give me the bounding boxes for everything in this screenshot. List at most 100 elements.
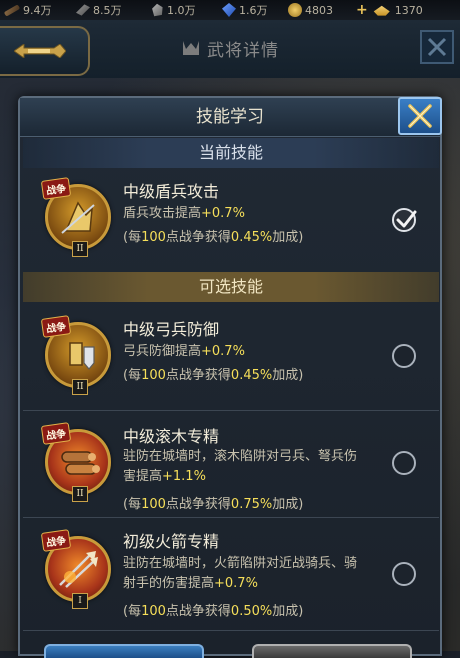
current-skill-row: 战争 II 中级盾兵攻击 盾兵攻击提高+0.7% (每100点战争获得0.45%… <box>23 170 439 270</box>
skill-select-radio[interactable] <box>392 562 416 586</box>
shield-soldier-icon <box>61 201 95 234</box>
skill-description-line1: 驻防在城墙时，滚木陷阱对弓兵、弩兵伤 <box>123 449 358 464</box>
back-arrow-icon <box>14 44 66 58</box>
stone-icon <box>152 3 163 17</box>
note-suffix: 加成) <box>272 368 304 383</box>
wood-amount: 9.4万 <box>23 4 52 17</box>
dialog-title: 技能学习 <box>196 107 264 127</box>
skill-bonus-note: (每100点战争获得0.50%加成) <box>123 600 303 619</box>
skill-bonus-note: (每100点战争获得0.75%加成) <box>123 493 303 512</box>
skill-description-text: 射手的伤害提高 <box>123 576 215 591</box>
resource-wood[interactable]: 9.4万 <box>0 0 72 20</box>
skill-bonus: +1.1% <box>162 469 206 484</box>
skill-option-row[interactable]: 战争 I 初级火箭专精 驻防在城墙时，火箭陷阱对近战骑兵、骑 射手的伤害提高+0… <box>23 518 439 631</box>
skill-level-badge: II <box>72 379 88 395</box>
shield-attack-skill-icon: 战争 II <box>40 177 111 257</box>
skill-level-badge: II <box>72 486 88 502</box>
skill-description-line2: 射手的伤害提高+0.7% <box>123 574 383 594</box>
note-middle: 点战争获得 <box>165 368 231 383</box>
skill-select-radio[interactable] <box>392 451 416 475</box>
skill-bonus: +0.7% <box>214 576 258 591</box>
note-prefix: (每 <box>123 604 142 619</box>
skill-description: 弓兵防御提高+0.7% <box>123 342 383 362</box>
note-number: 100 <box>141 604 166 619</box>
log-trap-skill-icon: 战争 II <box>40 422 111 502</box>
note-number: 100 <box>141 368 166 383</box>
skill-learning-dialog: 技能学习 当前技能 战争 II 中级盾兵攻击 盾兵攻击提高+0.7% (每100… <box>18 96 442 656</box>
skill-name: 中级盾兵攻击 <box>123 182 220 201</box>
close-icon <box>427 37 447 57</box>
note-percent: 0.45% <box>230 368 273 383</box>
skill-level-badge: II <box>72 241 88 257</box>
war-tag: 战争 <box>40 315 72 338</box>
cancel-button[interactable] <box>252 644 412 658</box>
header-title-text: 武将详情 <box>207 40 279 61</box>
skill-description-text: 害提高 <box>123 469 163 484</box>
skill-selected-checkbox[interactable] <box>392 208 417 232</box>
resource-gold[interactable]: + 1370 <box>350 0 450 20</box>
gold-ingot-icon <box>373 5 390 16</box>
rolling-log-icon <box>61 451 100 475</box>
resource-bar: 9.4万 8.5万 1.0万 1.6万 4803 + 1370 <box>0 0 460 21</box>
war-tag: 战争 <box>40 177 72 200</box>
skill-description-text: 盾兵攻击提高 <box>123 206 202 221</box>
skill-description: 驻防在城墙时，滚木陷阱对弓兵、弩兵伤 害提高+1.1% <box>123 447 383 487</box>
skill-description-line2: 害提高+1.1% <box>123 467 383 487</box>
header-title: 武将详情 <box>140 26 320 70</box>
archer-shield-icon <box>69 342 95 370</box>
wood-icon <box>3 3 21 17</box>
war-tag: 战争 <box>40 529 72 552</box>
resource-coin[interactable]: 4803 <box>284 0 350 20</box>
page-header: 武将详情 <box>0 20 460 78</box>
skill-description: 盾兵攻击提高+0.7% <box>123 204 383 224</box>
iron-icon <box>76 4 90 16</box>
confirm-button[interactable] <box>44 644 204 658</box>
note-suffix: 加成) <box>272 497 304 512</box>
note-middle: 点战争获得 <box>165 604 231 619</box>
resource-iron[interactable]: 8.5万 <box>72 0 146 20</box>
checkmark-icon <box>396 210 417 228</box>
crest-icon <box>183 41 199 55</box>
fire-arrow-icon <box>59 551 98 588</box>
resource-stone[interactable]: 1.0万 <box>146 0 218 20</box>
note-middle: 点战争获得 <box>165 497 231 512</box>
skill-description-text: 弓兵防御提高 <box>123 344 202 359</box>
back-button[interactable] <box>0 26 90 76</box>
note-suffix: 加成) <box>272 604 304 619</box>
skill-description: 驻防在城墙时，火箭陷阱对近战骑兵、骑 射手的伤害提高+0.7% <box>123 554 383 594</box>
skill-bonus: +0.7% <box>201 344 245 359</box>
add-gold-button[interactable]: + <box>356 0 368 20</box>
note-percent: 0.75% <box>230 497 273 512</box>
note-suffix: 加成) <box>272 230 304 245</box>
skill-description-line1: 驻防在城墙时，火箭陷阱对近战骑兵、骑 <box>123 556 358 571</box>
skill-name: 初级火箭专精 <box>123 532 220 551</box>
coin-amount: 4803 <box>305 3 333 17</box>
current-skill-header: 当前技能 <box>23 138 439 168</box>
note-prefix: (每 <box>123 497 142 512</box>
skill-bonus-note: (每100点战争获得0.45%加成) <box>123 364 303 383</box>
note-number: 100 <box>141 230 166 245</box>
skill-name: 中级弓兵防御 <box>123 320 220 339</box>
gem-amount: 1.6万 <box>239 4 268 17</box>
gold-amount: 1370 <box>394 3 423 17</box>
archer-defense-skill-icon: 战争 II <box>40 315 111 395</box>
resource-gem[interactable]: 1.6万 <box>218 0 284 20</box>
skill-option-row[interactable]: 战争 II 中级弓兵防御 弓兵防御提高+0.7% (每100点战争获得0.45%… <box>23 304 439 411</box>
note-percent: 0.50% <box>230 604 273 619</box>
gem-icon <box>222 3 236 17</box>
skill-select-radio[interactable] <box>392 344 416 368</box>
note-prefix: (每 <box>123 368 142 383</box>
skill-option-row[interactable]: 战争 II 中级滚木专精 驻防在城墙时，滚木陷阱对弓兵、弩兵伤 害提高+1.1%… <box>23 411 439 518</box>
coin-icon <box>288 3 302 17</box>
note-middle: 点战争获得 <box>165 230 231 245</box>
optional-skills-header: 可选技能 <box>23 272 439 302</box>
skill-bonus: +0.7% <box>201 206 245 221</box>
stone-amount: 1.0万 <box>167 4 196 17</box>
header-close-button[interactable] <box>420 30 454 64</box>
war-tag: 战争 <box>40 422 72 445</box>
close-icon <box>408 104 432 128</box>
iron-amount: 8.5万 <box>93 4 122 17</box>
note-number: 100 <box>141 497 166 512</box>
dialog-close-button[interactable] <box>398 97 442 135</box>
skill-level-badge: I <box>72 593 88 609</box>
